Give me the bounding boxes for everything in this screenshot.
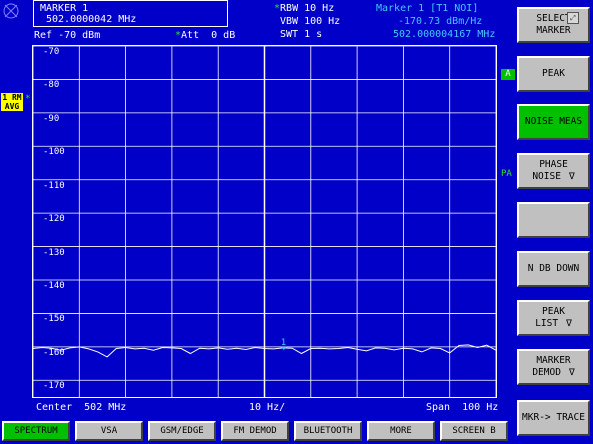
- center-frequency: Center 502 MHz: [36, 402, 127, 413]
- softkey-n-db-down-label: N DB DOWN: [527, 263, 580, 274]
- softkey-mkr-to-trace-label: MKR-> TRACE: [522, 412, 585, 423]
- softkey-peak[interactable]: PEAK: [517, 56, 590, 92]
- softkey-peak-list[interactable]: PEAK LIST ∇: [517, 300, 590, 336]
- marker-level: -170.73 dBm/Hz: [398, 16, 483, 27]
- plot-canvas: 1: [33, 46, 496, 397]
- tab-vsa[interactable]: VSA: [75, 421, 143, 441]
- pa-flag: PA: [501, 169, 512, 179]
- softkey-peak-label: PEAK: [542, 68, 565, 79]
- y-tick-label: -70: [43, 47, 60, 57]
- softkey-peak-list-l1: PEAK: [542, 306, 565, 317]
- tab-screen-b[interactable]: SCREEN B: [440, 421, 508, 441]
- y-tick-label: -140: [43, 281, 65, 291]
- softkey-select-marker[interactable]: SELECT MARKER: [517, 7, 590, 43]
- y-tick-label: -100: [43, 147, 65, 158]
- attenuation-value: Att 0 dB: [181, 30, 236, 41]
- tab-bluetooth[interactable]: BLUETOOTH: [294, 421, 362, 441]
- marker-title: MARKER 1: [40, 3, 89, 14]
- a-flag: A: [501, 69, 515, 80]
- y-tick-label: -80: [43, 80, 60, 91]
- y-tick-label: -90: [43, 113, 60, 124]
- rbw-value: RBW 10 Hz: [280, 3, 335, 14]
- softkey-phase-noise-l2: NOISE: [532, 171, 561, 182]
- tab-spectrum[interactable]: SPECTRUM: [2, 421, 70, 441]
- div-label: 10 Hz/: [249, 402, 286, 413]
- attenuation: *Att 0 dB: [175, 30, 236, 41]
- rbw: *RBW 10 Hz: [274, 3, 335, 14]
- softkey-mkr-to-trace[interactable]: MKR-> TRACE: [517, 400, 590, 436]
- tab-gsm-edge[interactable]: GSM/EDGE: [148, 421, 216, 441]
- sweep-time: SWT 1 s: [280, 29, 323, 40]
- tab-fm-demod[interactable]: FM DEMOD: [221, 421, 289, 441]
- submenu-arrow-icon: ∇: [566, 318, 572, 329]
- y-tick-label: -170: [43, 381, 65, 392]
- vbw: VBW 100 Hz: [280, 16, 341, 27]
- fullscreen-icon[interactable]: ⤢: [567, 12, 579, 24]
- softkey-select-marker-l2: MARKER: [536, 25, 571, 36]
- y-tick-label: -120: [43, 214, 65, 225]
- marker-frequency: 502.0000042 MHz: [46, 14, 137, 25]
- softkey-marker-demod-l1: MARKER: [536, 355, 571, 366]
- softkey-phase-noise[interactable]: PHASE NOISE ∇: [517, 153, 590, 189]
- marker-info: Marker 1 [T1 NOI]: [376, 3, 479, 14]
- trace-mode-badge: 1 RM AVG: [1, 93, 23, 111]
- logo-icon: [2, 2, 20, 20]
- y-tick-label: -110: [43, 180, 65, 191]
- y-tick-label: -160: [43, 347, 65, 358]
- softkey-noise-meas[interactable]: NOISE MEAS: [517, 104, 590, 140]
- softkey-phase-noise-l1: PHASE: [539, 159, 568, 170]
- spectrum-plot[interactable]: 1: [32, 45, 497, 398]
- tab-more[interactable]: MORE: [367, 421, 435, 441]
- softkey-marker-demod-l2: DEMOD: [532, 367, 561, 378]
- marker-freq-readout: 502.000004167 MHz: [393, 29, 496, 40]
- softkey-n-db-down[interactable]: N DB DOWN: [517, 251, 590, 287]
- softkey-marker-demod[interactable]: MARKER DEMOD ∇: [517, 349, 590, 385]
- trace-mode-line2: AVG: [4, 102, 20, 111]
- marker-1-label: 1: [281, 338, 286, 348]
- submenu-arrow-icon: ∇: [568, 171, 575, 182]
- submenu-arrow-icon: ∇: [568, 367, 575, 378]
- softkey-peak-list-l2: LIST: [535, 318, 559, 329]
- trace-marker-star: *: [25, 94, 31, 104]
- trace-mode-line1: 1 RM: [2, 93, 22, 102]
- marker-readout-box: MARKER 1 502.0000042 MHz: [33, 0, 228, 27]
- y-tick-label: -150: [43, 314, 65, 325]
- span-label: Span 100 Hz: [426, 402, 499, 413]
- y-tick-label: -130: [43, 247, 65, 258]
- softkey-blank[interactable]: [517, 202, 590, 238]
- softkey-noise-meas-label: NOISE MEAS: [524, 116, 583, 127]
- ref-level: Ref -70 dBm: [34, 30, 101, 41]
